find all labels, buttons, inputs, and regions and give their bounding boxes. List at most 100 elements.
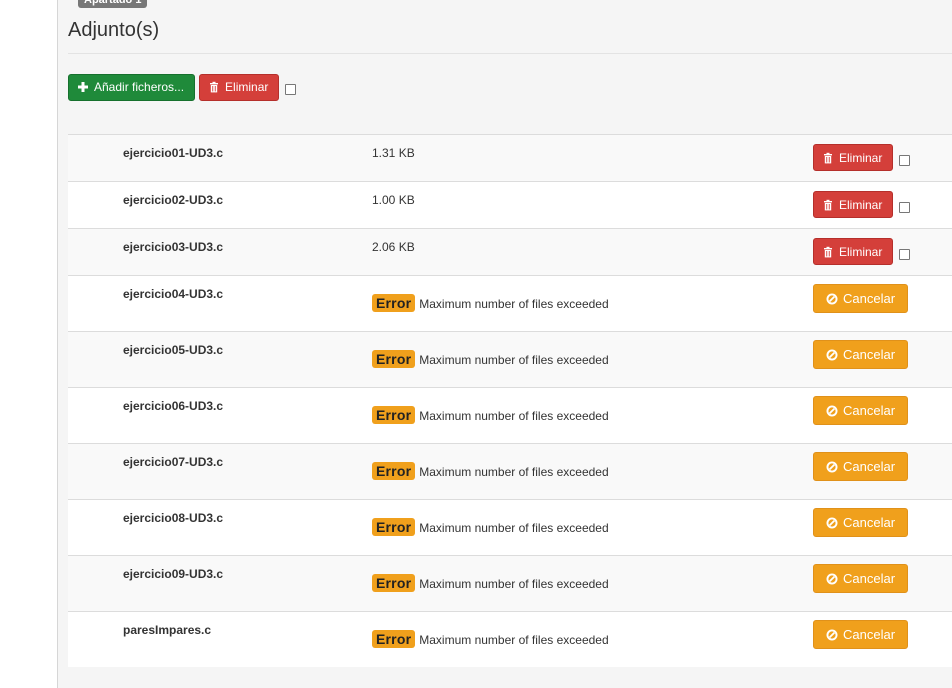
cancel-upload-button[interactable]: Cancelar — [813, 396, 909, 425]
error-badge: Error — [372, 462, 416, 480]
cancel-upload-label: Cancelar — [843, 291, 896, 306]
ban-icon — [826, 293, 838, 304]
ban-icon — [826, 573, 838, 584]
row-actions: Eliminar — [813, 238, 911, 265]
delete-file-label: Eliminar — [839, 197, 883, 212]
file-name: ejercicio04-UD3.c — [123, 287, 224, 301]
file-size: 1.00 KB — [372, 193, 415, 207]
error-message: Maximum number of files exceeded — [419, 297, 609, 311]
upload-error: Error Maximum number of files exceeded — [372, 294, 609, 312]
error-message: Maximum number of files exceeded — [419, 577, 609, 591]
row-actions: Cancelar — [813, 620, 909, 649]
file-row: ejercicio02-UD3.c 1.00 KB Eliminar — [68, 181, 952, 228]
row-actions: Cancelar — [813, 284, 909, 313]
upload-error: Error Maximum number of files exceeded — [372, 518, 609, 536]
cancel-upload-label: Cancelar — [843, 459, 896, 474]
error-message: Maximum number of files exceeded — [419, 633, 609, 647]
cancel-upload-button[interactable]: Cancelar — [813, 452, 909, 481]
cancel-upload-button[interactable]: Cancelar — [813, 508, 909, 537]
ban-icon — [826, 629, 838, 640]
file-name: ejercicio03-UD3.c — [123, 240, 224, 254]
file-name: ejercicio08-UD3.c — [123, 511, 224, 525]
section-badge: Apartado 1 — [78, 0, 148, 8]
file-name: ejercicio07-UD3.c — [123, 455, 224, 469]
cancel-upload-button[interactable]: Cancelar — [813, 564, 909, 593]
cancel-upload-button[interactable]: Cancelar — [813, 620, 909, 649]
page-title: Adjunto(s) — [68, 19, 160, 41]
trash-icon — [210, 81, 219, 93]
error-badge: Error — [372, 350, 416, 368]
cancel-upload-label: Cancelar — [843, 403, 896, 418]
ban-icon — [826, 349, 838, 360]
delete-selected-button[interactable]: Eliminar — [199, 73, 280, 101]
trash-icon — [824, 246, 832, 257]
error-message: Maximum number of files exceeded — [419, 465, 609, 479]
add-files-label: Añadir ficheros... — [94, 80, 185, 94]
file-name: ejercicio02-UD3.c — [123, 193, 224, 207]
file-name: ejercicio09-UD3.c — [123, 567, 224, 581]
file-name: ejercicio05-UD3.c — [123, 343, 224, 357]
cancel-upload-label: Cancelar — [843, 627, 896, 642]
row-actions: Eliminar — [813, 144, 911, 171]
left-rail — [0, 0, 58, 688]
trash-icon — [824, 199, 832, 210]
delete-file-button[interactable]: Eliminar — [813, 191, 894, 218]
divider — [68, 53, 952, 54]
upload-toolbar: Añadir ficheros... Eliminar — [68, 73, 297, 101]
trash-icon — [824, 152, 832, 163]
file-name: ejercicio01-UD3.c — [123, 146, 224, 160]
row-actions: Cancelar — [813, 396, 909, 425]
file-size: 1.31 KB — [372, 146, 415, 160]
cancel-upload-label: Cancelar — [843, 515, 896, 530]
file-row: ejercicio08-UD3.c Error Maximum number o… — [68, 499, 952, 555]
error-badge: Error — [372, 406, 416, 424]
file-size: 2.06 KB — [372, 240, 415, 254]
row-actions: Cancelar — [813, 508, 909, 537]
upload-error: Error Maximum number of files exceeded — [372, 406, 609, 424]
cancel-upload-button[interactable]: Cancelar — [813, 284, 909, 313]
file-row: ejercicio04-UD3.c Error Maximum number o… — [68, 275, 952, 331]
row-actions: Cancelar — [813, 340, 909, 369]
file-name: paresImpares.c — [123, 623, 212, 637]
file-row: ejercicio03-UD3.c 2.06 KB Eliminar — [68, 228, 952, 275]
plus-icon — [78, 82, 88, 92]
error-message: Maximum number of files exceeded — [419, 409, 609, 423]
delete-selected-label: Eliminar — [225, 80, 269, 94]
error-badge: Error — [372, 630, 416, 648]
ban-icon — [826, 461, 838, 472]
error-badge: Error — [372, 294, 416, 312]
add-files-button[interactable]: Añadir ficheros... — [68, 73, 196, 101]
row-actions: Eliminar — [813, 191, 911, 218]
row-actions: Cancelar — [813, 452, 909, 481]
upload-error: Error Maximum number of files exceeded — [372, 630, 609, 648]
ban-icon — [826, 517, 838, 528]
file-list: ejercicio01-UD3.c 1.31 KB Eliminar ejerc… — [68, 134, 952, 667]
file-row: ejercicio06-UD3.c Error Maximum number o… — [68, 387, 952, 443]
cancel-upload-label: Cancelar — [843, 347, 896, 362]
file-row: ejercicio07-UD3.c Error Maximum number o… — [68, 443, 952, 499]
error-badge: Error — [372, 574, 416, 592]
upload-error: Error Maximum number of files exceeded — [372, 574, 609, 592]
delete-file-button[interactable]: Eliminar — [813, 144, 894, 171]
error-badge: Error — [372, 518, 416, 536]
file-row: ejercicio09-UD3.c Error Maximum number o… — [68, 555, 952, 611]
file-name: ejercicio06-UD3.c — [123, 399, 224, 413]
delete-file-label: Eliminar — [839, 244, 883, 259]
file-row: ejercicio05-UD3.c Error Maximum number o… — [68, 331, 952, 387]
select-all-checkbox[interactable] — [285, 83, 297, 95]
file-select-checkbox[interactable] — [899, 155, 911, 166]
delete-file-button[interactable]: Eliminar — [813, 238, 894, 265]
file-row: paresImpares.c Error Maximum number of f… — [68, 611, 952, 667]
error-message: Maximum number of files exceeded — [419, 521, 609, 535]
file-select-checkbox[interactable] — [899, 249, 911, 260]
attachments-panel: Apartado 1 Adjunto(s) Añadir ficheros...… — [58, 0, 952, 688]
upload-error: Error Maximum number of files exceeded — [372, 350, 609, 368]
ban-icon — [826, 405, 838, 416]
file-row: ejercicio01-UD3.c 1.31 KB Eliminar — [68, 134, 952, 181]
cancel-upload-button[interactable]: Cancelar — [813, 340, 909, 369]
upload-error: Error Maximum number of files exceeded — [372, 462, 609, 480]
error-message: Maximum number of files exceeded — [419, 353, 609, 367]
cancel-upload-label: Cancelar — [843, 571, 896, 586]
delete-file-label: Eliminar — [839, 150, 883, 165]
file-select-checkbox[interactable] — [899, 202, 911, 213]
